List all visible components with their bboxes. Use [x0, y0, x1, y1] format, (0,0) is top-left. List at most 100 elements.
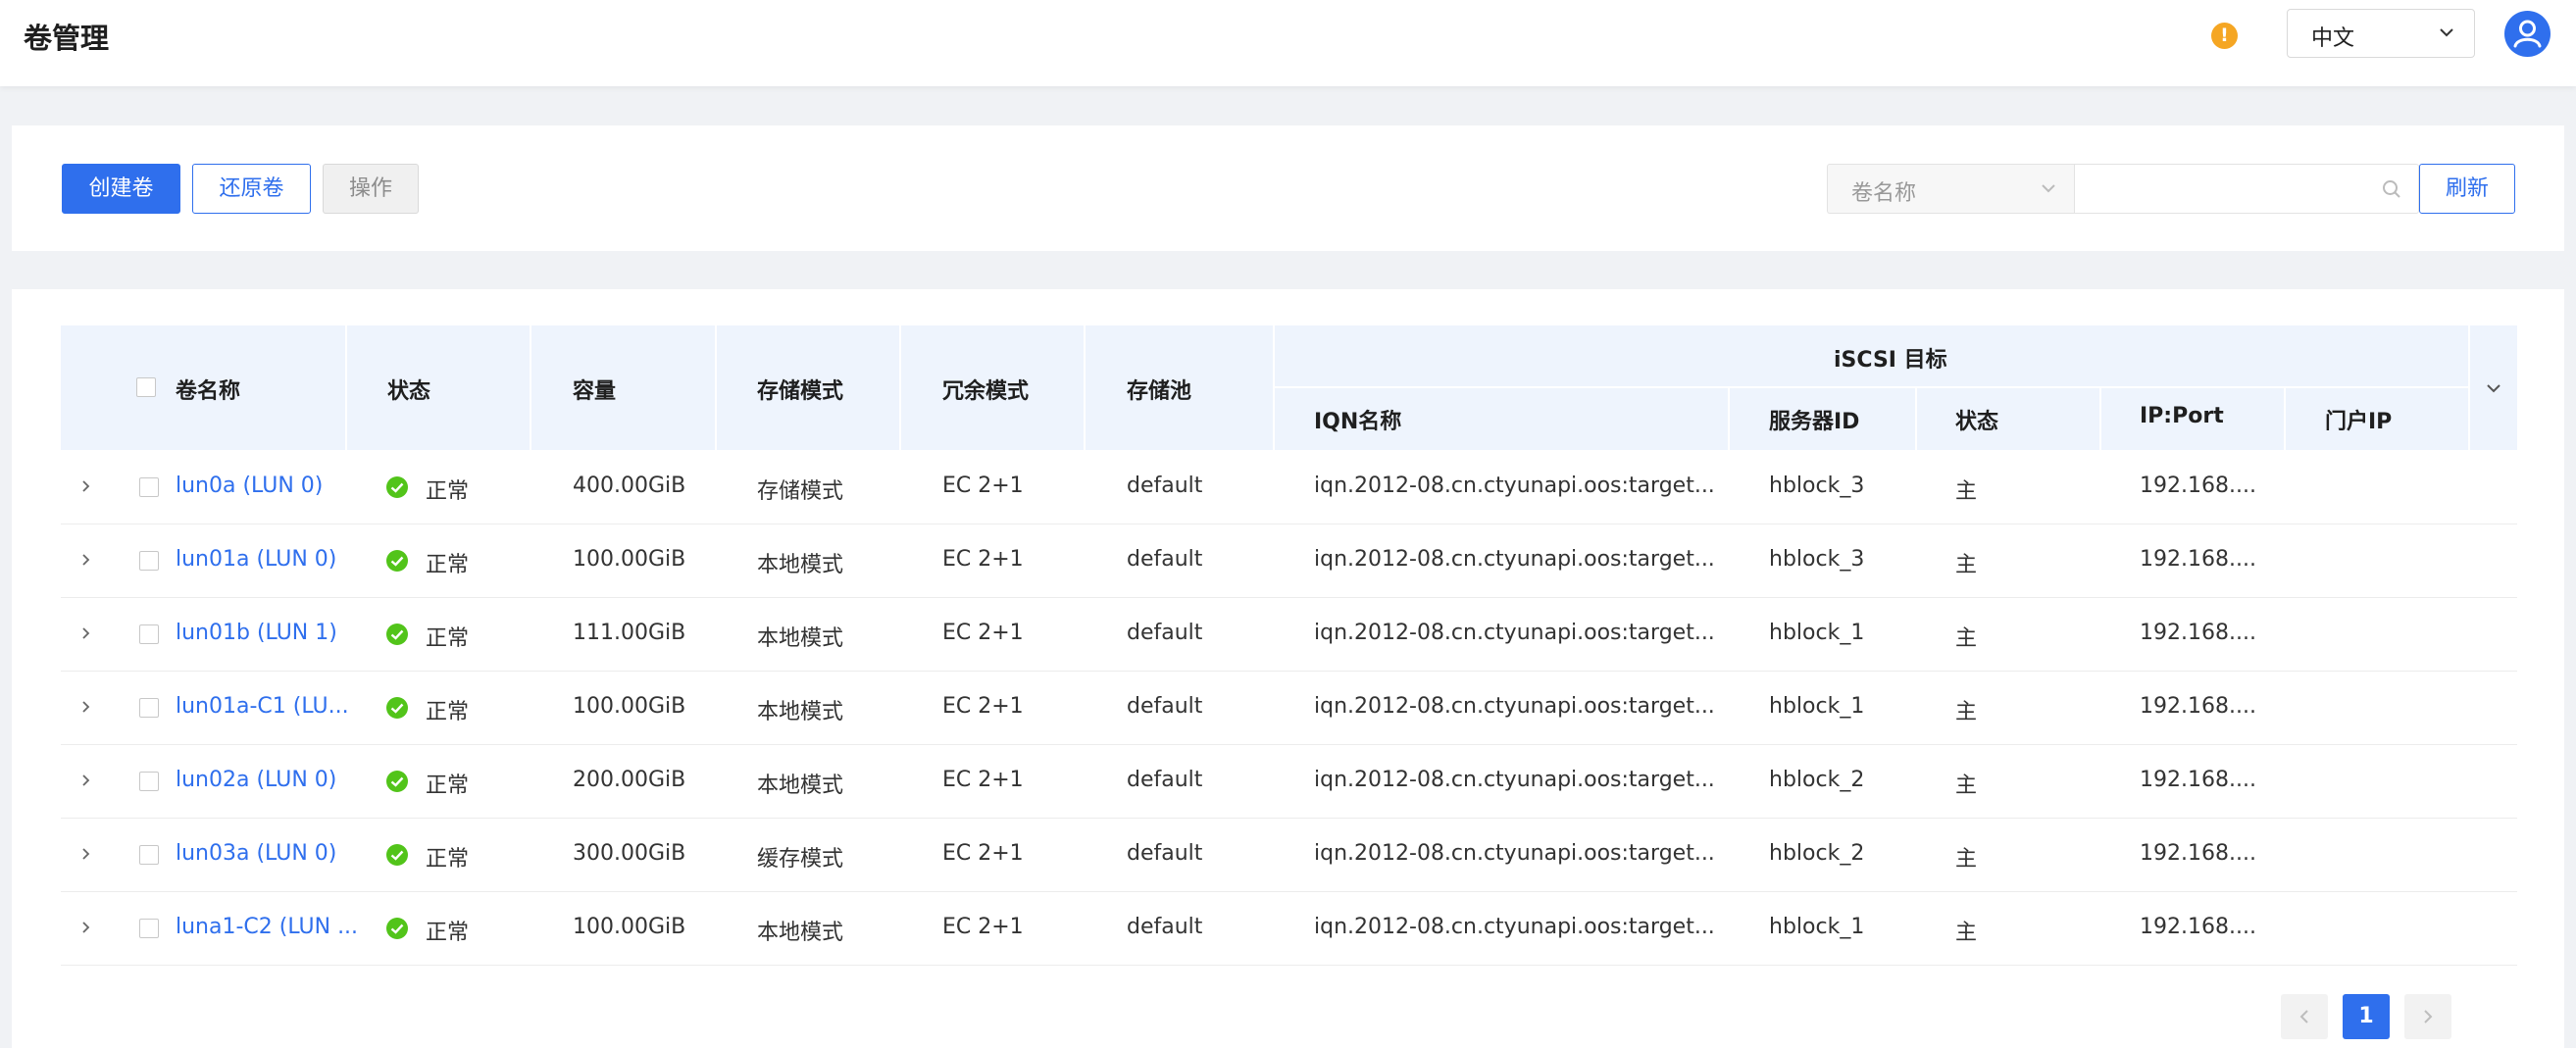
- storage-mode-cell: 存储模式: [757, 479, 844, 504]
- redundancy-cell: EC 2+1: [942, 841, 1024, 866]
- check-circle-icon: [386, 550, 408, 572]
- iqn-cell: iqn.2012-08.cn.ctyunapi.oos:target...: [1314, 841, 1715, 866]
- language-select[interactable]: 中文: [2287, 9, 2475, 58]
- capacity-cell: 400.00GiB: [573, 474, 686, 498]
- table-row[interactable]: lun02a (LUN 0) 正常 200.00GiB 本地模式 EC 2+1 defau…: [61, 745, 2517, 819]
- volume-table-card: 卷名称 状态 容量 存储模式 冗余模式 存储池 iSCSI 目标 IQN名称 服…: [12, 289, 2564, 1048]
- table-row[interactable]: luna1-C2 (LUN ... 正常 100.00GiB 本地模式 EC 2+1 de…: [61, 892, 2517, 966]
- server-id-cell: hblock_3: [1769, 547, 1865, 572]
- row-checkbox[interactable]: [139, 919, 159, 938]
- column-header-server-id[interactable]: 服务器ID: [1769, 404, 1859, 435]
- status-text: 正常: [426, 774, 470, 798]
- target-status-cell: 主: [1955, 774, 1978, 798]
- warning-icon[interactable]: !: [2211, 23, 2238, 49]
- target-status-cell: 主: [1955, 626, 1978, 651]
- table-row[interactable]: lun01a (LUN 0) 正常 100.00GiB 本地模式 EC 2+1 defau…: [61, 524, 2517, 598]
- capacity-cell: 100.00GiB: [573, 547, 686, 572]
- volume-name-link[interactable]: luna1-C2 (LUN ...: [176, 915, 358, 939]
- filter-field-select[interactable]: 卷名称: [1827, 164, 2074, 214]
- iqn-cell: iqn.2012-08.cn.ctyunapi.oos:target...: [1314, 915, 1715, 939]
- group-divider: [1273, 386, 2468, 388]
- server-id-cell: hblock_2: [1769, 768, 1865, 792]
- volume-name-link[interactable]: lun03a (LUN 0): [176, 841, 336, 866]
- table-row[interactable]: lun01b (LUN 1) 正常 111.00GiB 本地模式 EC 2+1 defau…: [61, 598, 2517, 672]
- chevron-right-icon[interactable]: [76, 551, 94, 569]
- column-header-storage-mode[interactable]: 存储模式: [757, 374, 843, 405]
- column-divider: [345, 325, 347, 450]
- column-header-name[interactable]: 卷名称: [176, 374, 240, 405]
- column-header-redundancy[interactable]: 冗余模式: [942, 374, 1029, 405]
- chevron-right-icon[interactable]: [76, 477, 94, 495]
- pool-cell: default: [1127, 547, 1203, 572]
- search-icon[interactable]: [2381, 178, 2402, 200]
- row-checkbox[interactable]: [139, 845, 159, 865]
- column-divider: [530, 325, 531, 450]
- pagination-prev-button[interactable]: [2281, 994, 2328, 1039]
- row-checkbox[interactable]: [139, 624, 159, 644]
- chevron-right-icon[interactable]: [76, 698, 94, 716]
- page-title: 卷管理: [24, 22, 110, 55]
- server-id-cell: hblock_2: [1769, 841, 1865, 866]
- refresh-button[interactable]: 刷新: [2419, 164, 2515, 214]
- operate-button[interactable]: 操作: [323, 164, 419, 214]
- search-box: [2074, 164, 2419, 214]
- table-row[interactable]: lun0a (LUN 0) 正常 400.00GiB 存储模式 EC 2+1 defaul…: [61, 451, 2517, 524]
- ip-port-cell: 192.168....: [2140, 768, 2256, 792]
- create-volume-button[interactable]: 创建卷: [62, 164, 180, 214]
- column-divider: [2099, 386, 2101, 450]
- chevron-right-icon[interactable]: [76, 772, 94, 789]
- chevron-right-icon: [2424, 1010, 2433, 1023]
- column-header-target-status[interactable]: 状态: [1955, 404, 1998, 435]
- volume-name-link[interactable]: lun02a (LUN 0): [176, 768, 336, 792]
- table-row[interactable]: lun03a (LUN 0) 正常 300.00GiB 缓存模式 EC 2+1 defau…: [61, 819, 2517, 892]
- row-checkbox[interactable]: [139, 551, 159, 571]
- redundancy-cell: EC 2+1: [942, 474, 1024, 498]
- select-all-checkbox[interactable]: [136, 377, 156, 397]
- redundancy-cell: EC 2+1: [942, 621, 1024, 645]
- row-checkbox[interactable]: [139, 772, 159, 791]
- column-header-ip-port[interactable]: IP:Port: [2140, 404, 2224, 428]
- check-circle-icon: [386, 918, 408, 939]
- status-text: 正常: [426, 553, 470, 577]
- volume-name-link[interactable]: lun0a (LUN 0): [176, 474, 323, 498]
- column-divider: [2468, 325, 2470, 450]
- table-row[interactable]: lun01a-C1 (LU... 正常 100.00GiB 本地模式 EC 2+1 def…: [61, 672, 2517, 745]
- check-circle-icon: [386, 697, 408, 719]
- iqn-cell: iqn.2012-08.cn.ctyunapi.oos:target...: [1314, 694, 1715, 719]
- ip-port-cell: 192.168....: [2140, 474, 2256, 498]
- column-header-iqn[interactable]: IQN名称: [1314, 404, 1401, 435]
- column-header-capacity[interactable]: 容量: [573, 374, 616, 405]
- pagination-page-current[interactable]: 1: [2343, 994, 2390, 1039]
- ip-port-cell: 192.168....: [2140, 915, 2256, 939]
- chevron-right-icon[interactable]: [76, 845, 94, 863]
- pool-cell: default: [1127, 841, 1203, 866]
- volume-name-link[interactable]: lun01a (LUN 0): [176, 547, 336, 572]
- volume-name-link[interactable]: lun01b (LUN 1): [176, 621, 337, 645]
- status-text: 正常: [426, 921, 470, 945]
- storage-mode-cell: 本地模式: [757, 921, 844, 945]
- column-header-status[interactable]: 状态: [387, 374, 430, 405]
- pagination-next-button[interactable]: [2404, 994, 2451, 1039]
- iqn-cell: iqn.2012-08.cn.ctyunapi.oos:target...: [1314, 474, 1715, 498]
- column-header-portal-ip[interactable]: 门户IP: [2325, 404, 2392, 435]
- chevron-right-icon[interactable]: [76, 919, 94, 936]
- search-input[interactable]: [2075, 165, 2369, 213]
- row-checkbox[interactable]: [139, 477, 159, 497]
- target-status-cell: 主: [1955, 847, 1978, 872]
- iqn-cell: iqn.2012-08.cn.ctyunapi.oos:target...: [1314, 621, 1715, 645]
- iqn-cell: iqn.2012-08.cn.ctyunapi.oos:target...: [1314, 768, 1715, 792]
- language-select-value: 中文: [2311, 26, 2355, 51]
- row-checkbox[interactable]: [139, 698, 159, 718]
- restore-volume-button[interactable]: 还原卷: [192, 164, 311, 214]
- column-header-pool[interactable]: 存储池: [1127, 374, 1191, 405]
- user-avatar-icon[interactable]: [2504, 11, 2551, 57]
- redundancy-cell: EC 2+1: [942, 915, 1024, 939]
- check-circle-icon: [386, 844, 408, 866]
- ip-port-cell: 192.168....: [2140, 621, 2256, 645]
- chevron-right-icon[interactable]: [76, 624, 94, 642]
- volume-name-link[interactable]: lun01a-C1 (LU...: [176, 694, 349, 719]
- chevron-down-icon: [2440, 28, 2453, 37]
- column-settings-chevron-icon[interactable]: [2484, 378, 2503, 398]
- status-text: 正常: [426, 847, 470, 872]
- status-text: 正常: [426, 700, 470, 724]
